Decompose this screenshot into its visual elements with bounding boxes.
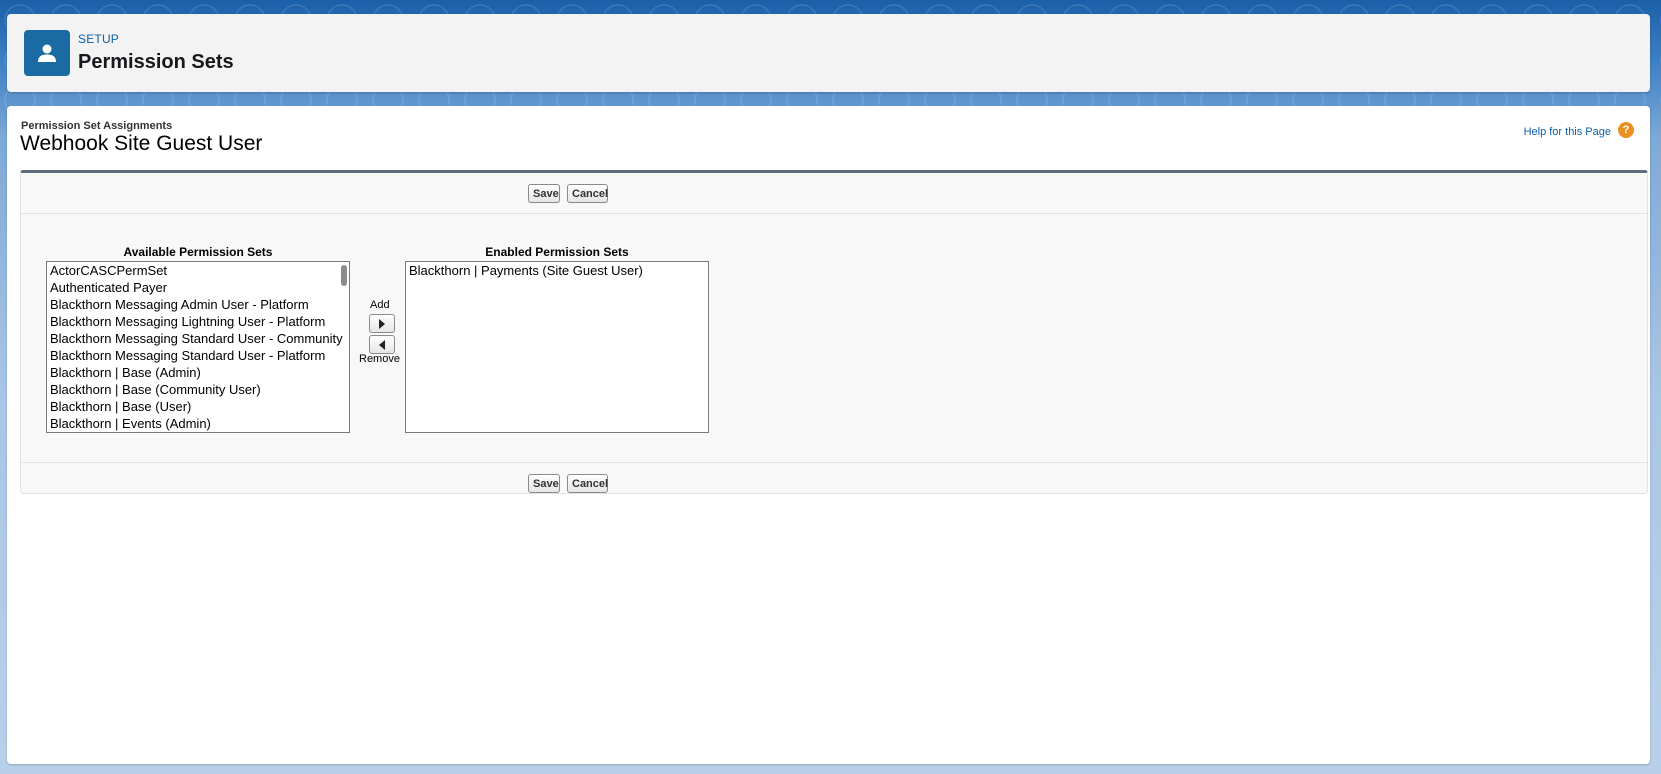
setup-label: SETUP [78,32,120,46]
save-button-bottom[interactable]: Save [528,474,560,493]
list-item[interactable]: Blackthorn | Base (Community User) [47,381,349,398]
remove-label: Remove [359,353,400,365]
user-name-heading: Webhook Site Guest User [20,132,263,155]
list-item[interactable]: Authenticated Payer [47,279,349,296]
list-item[interactable]: Blackthorn | Payments (Site Guest User) [406,262,708,279]
arrow-left-icon [379,339,385,350]
scrollbar-thumb[interactable] [341,265,347,286]
list-item[interactable]: Blackthorn Messaging Standard User - Pla… [47,347,349,364]
user-icon [24,30,70,76]
enabled-permission-sets-list[interactable]: Blackthorn | Payments (Site Guest User) [405,261,709,433]
cancel-button-bottom[interactable]: Cancel [567,474,608,493]
section-label: Permission Set Assignments [21,120,173,132]
list-item[interactable]: Blackthorn | Base (User) [47,398,349,415]
permission-assignment-block: Save Cancel Available Permission Sets En… [20,170,1648,494]
top-button-row: Save Cancel [21,173,1647,214]
page-title: Permission Sets [78,51,234,73]
cancel-button-top[interactable]: Cancel [567,184,608,203]
remove-arrow-button[interactable] [369,335,395,354]
help-icon[interactable]: ? [1618,122,1634,138]
list-item[interactable]: Blackthorn Messaging Admin User - Platfo… [47,296,349,313]
available-list-title: Available Permission Sets [123,245,273,259]
help-link[interactable]: Help for this Page [1524,126,1611,138]
add-arrow-button[interactable] [369,314,395,333]
save-button-top[interactable]: Save [528,184,560,203]
arrow-right-icon [379,318,385,329]
list-item[interactable]: Blackthorn | Events (Admin) [47,415,349,432]
list-item[interactable]: ActorCASCPermSet [47,262,349,279]
available-permission-sets-list[interactable]: ActorCASCPermSet Authenticated Payer Bla… [46,261,350,433]
main-content: Permission Set Assignments Webhook Site … [7,106,1650,764]
add-label: Add [370,299,390,311]
bottom-button-row: Save Cancel [21,462,1647,503]
list-item[interactable]: Blackthorn Messaging Lightning User - Pl… [47,313,349,330]
setup-header: SETUP Permission Sets [7,14,1650,92]
enabled-list-title: Enabled Permission Sets [485,245,629,259]
list-item[interactable]: Blackthorn | Base (Admin) [47,364,349,381]
list-item[interactable]: Blackthorn Messaging Standard User - Com… [47,330,349,347]
